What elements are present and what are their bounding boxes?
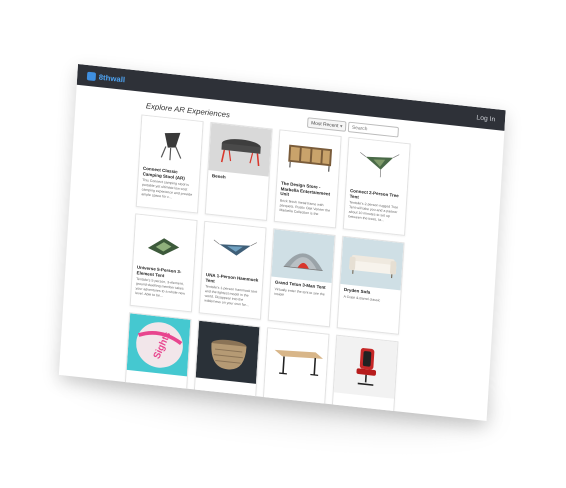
experience-grid: Connect Classic Camping Stool (AR) This …	[123, 114, 411, 422]
experience-card[interactable]: UNA 1-Person Hammock Tent Tentsile's 1-p…	[198, 220, 267, 320]
sofa-image	[340, 236, 404, 291]
logo[interactable]: 8thwall	[86, 71, 126, 84]
bench-image	[208, 122, 272, 177]
basket-image	[195, 320, 260, 384]
sights-ball-image: Sights	[126, 313, 191, 377]
experience-card[interactable]: The Design Store - Marbella Entertainmen…	[273, 129, 342, 229]
experience-card[interactable]: Grand Teton 3-Man Tent Virtually enter t…	[267, 228, 336, 328]
experience-card[interactable]: Universe 5-Person 3-Element Tent Tentsil…	[129, 213, 198, 313]
experience-card[interactable]: Connect Classic Camping Stool (AR) This …	[135, 114, 204, 214]
sort-select[interactable]: Most Recent ▼	[306, 117, 347, 132]
scene: 8thwall Log In Explore AR Experiences Mo…	[0, 0, 566, 488]
entertainment-unit-image	[277, 130, 341, 185]
browser-screen: 8thwall Log In Explore AR Experiences Mo…	[58, 64, 506, 422]
tree-tent-image	[346, 137, 410, 192]
experience-card[interactable]: Dryden Sofa A Crate & Barrel classic	[336, 235, 405, 335]
login-link[interactable]: Log In	[476, 114, 495, 123]
desk-image	[264, 328, 329, 392]
search-input[interactable]	[347, 121, 399, 138]
sort-select-value: Most Recent	[310, 120, 339, 129]
camping-stool-image	[139, 115, 203, 170]
experience-card[interactable]: Connect 2-Person Tree Tent Tentsile's 2-…	[342, 136, 411, 236]
chevron-down-icon: ▼	[339, 123, 344, 129]
experience-card[interactable]: Bench	[204, 121, 273, 221]
gaming-chair-image	[333, 335, 398, 399]
ground-tent-image	[133, 214, 197, 269]
dome-tent-image	[271, 229, 335, 283]
hammock-tent-image	[202, 221, 266, 276]
logo-text: 8thwall	[98, 72, 126, 84]
logo-icon	[86, 71, 97, 81]
